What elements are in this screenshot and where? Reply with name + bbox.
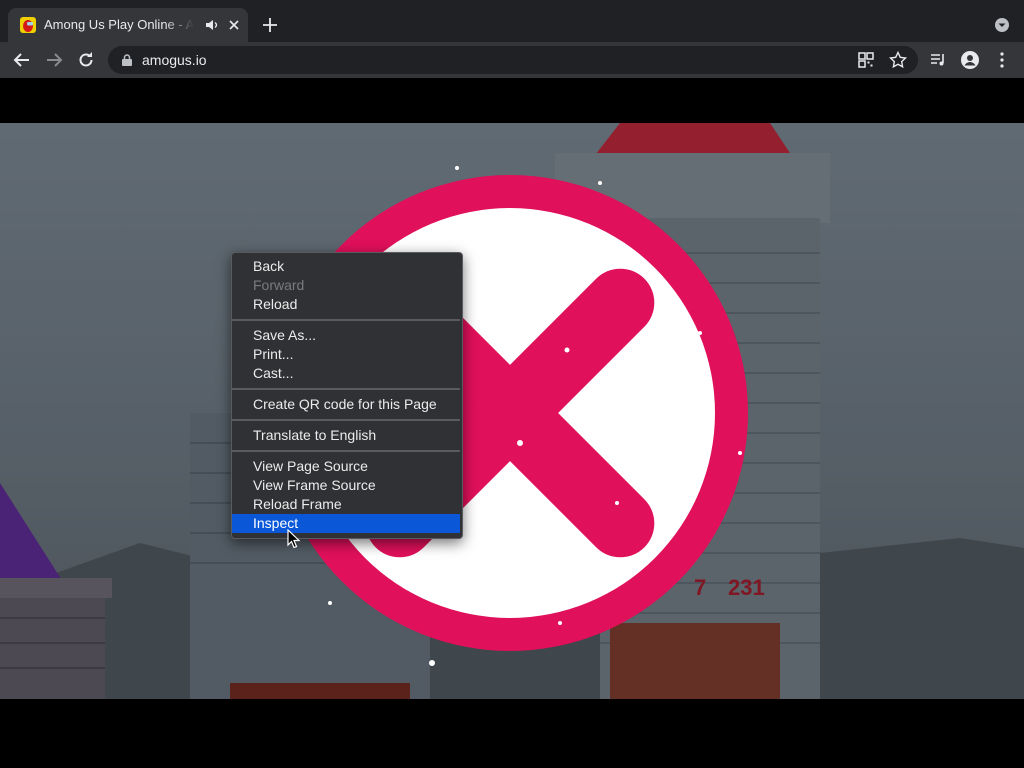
forward-arrow-icon[interactable] <box>44 50 64 70</box>
url-text[interactable]: amogus.io <box>142 51 207 69</box>
browser-toolbar: amogus.io <box>0 42 1024 78</box>
menu-item-inspect[interactable]: Inspect <box>232 514 460 533</box>
game-scene: 231 7 <box>0 123 1024 699</box>
context-menu: Back Forward Reload Save As... Print... … <box>231 252 463 539</box>
menu-item-label: Forward <box>253 277 305 293</box>
qr-code-icon[interactable] <box>856 50 876 70</box>
menu-separator <box>232 450 460 452</box>
menu-item-view-page-source[interactable]: View Page Source <box>232 457 460 476</box>
profile-icon[interactable] <box>960 50 980 70</box>
star-icon[interactable] <box>888 50 908 70</box>
media-queue-icon[interactable] <box>928 50 948 70</box>
menu-item-label: Reload <box>253 296 298 312</box>
menu-item-label: Save As... <box>253 327 317 343</box>
menu-item-label: Print... <box>253 346 294 362</box>
menu-item-label: Cast... <box>253 365 294 381</box>
page-viewport: 231 7 <box>0 78 1024 768</box>
browser-tab[interactable]: Among Us Play Online - Among Us <box>8 8 248 42</box>
menu-item-label: View Frame Source <box>253 477 376 493</box>
menu-item-reload-frame[interactable]: Reload Frame <box>232 495 460 514</box>
menu-item-label: Translate to English <box>253 427 377 443</box>
menu-item-label: Back <box>253 258 285 274</box>
new-tab-plus-icon[interactable] <box>260 15 280 35</box>
lock-icon[interactable] <box>120 53 134 67</box>
tab-strip: Among Us Play Online - Among Us <box>0 0 1024 42</box>
menu-item-reload[interactable]: Reload <box>232 295 460 314</box>
menu-item-back[interactable]: Back <box>232 257 460 276</box>
menu-separator <box>232 388 460 390</box>
address-bar[interactable]: amogus.io <box>108 46 918 74</box>
back-arrow-icon[interactable] <box>12 50 32 70</box>
menu-item-label: View Page Source <box>253 458 368 474</box>
game-canvas[interactable]: 231 7 <box>0 123 1024 699</box>
menu-separator <box>232 319 460 321</box>
menu-item-cast[interactable]: Cast... <box>232 364 460 383</box>
tab-search-dropdown-icon[interactable] <box>992 15 1012 35</box>
among-us-favicon-icon <box>20 17 36 33</box>
close-tab-icon[interactable] <box>226 17 242 33</box>
menu-item-save-as[interactable]: Save As... <box>232 326 460 345</box>
menu-item-print[interactable]: Print... <box>232 345 460 364</box>
menu-item-translate[interactable]: Translate to English <box>232 426 460 445</box>
speaker-icon[interactable] <box>204 17 220 33</box>
menu-item-label: Create QR code for this Page <box>253 396 437 412</box>
reload-icon[interactable] <box>76 50 96 70</box>
menu-separator <box>232 419 460 421</box>
menu-item-label: Reload Frame <box>253 496 342 512</box>
menu-item-view-frame-source[interactable]: View Frame Source <box>232 476 460 495</box>
menu-item-forward: Forward <box>232 276 460 295</box>
menu-item-create-qr[interactable]: Create QR code for this Page <box>232 395 460 414</box>
tab-title: Among Us Play Online - Among Us <box>44 17 194 32</box>
kebab-menu-icon[interactable] <box>992 50 1012 70</box>
mouse-cursor-icon <box>287 529 301 549</box>
